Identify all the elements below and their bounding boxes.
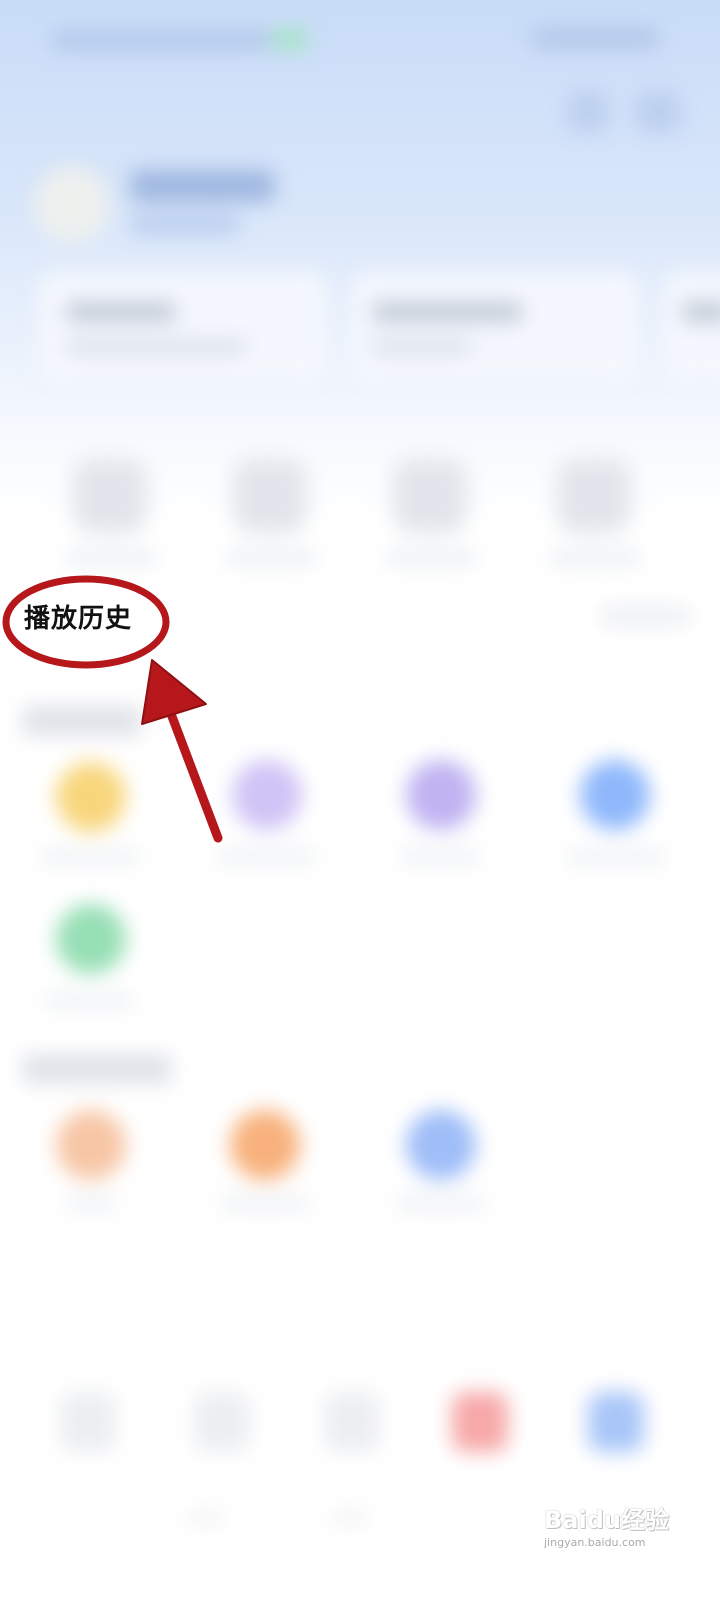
vip-card[interactable] — [350, 272, 640, 382]
quick-entry-icon[interactable] — [392, 458, 468, 534]
card-title — [66, 302, 176, 322]
feature-icon[interactable] — [406, 1110, 476, 1180]
quick-entry-icon[interactable] — [556, 458, 632, 534]
play-history-label[interactable]: 播放历史 — [24, 598, 132, 635]
feature-label — [396, 1196, 486, 1210]
feature-icon[interactable] — [56, 762, 126, 832]
blurred-background-ui — [0, 0, 720, 1600]
quick-entry-icon[interactable] — [72, 458, 148, 534]
feature-icon[interactable] — [56, 904, 126, 974]
vip-card[interactable] — [662, 272, 720, 382]
nav-tab-label — [186, 1512, 226, 1524]
quick-entry-label — [226, 550, 316, 566]
nav-tab-icon[interactable] — [324, 1392, 380, 1452]
feature-label — [66, 1196, 116, 1210]
feature-label — [400, 850, 480, 864]
feature-icon[interactable] — [580, 760, 650, 830]
feature-label — [216, 850, 316, 864]
quick-entry-label — [386, 550, 476, 566]
more-link[interactable] — [600, 606, 690, 626]
nav-tab-icon[interactable] — [452, 1392, 508, 1452]
feature-icon[interactable] — [56, 1110, 126, 1180]
vip-card[interactable] — [38, 272, 328, 382]
watermark-brand: Baidu经验 — [544, 1506, 669, 1534]
quick-entry-label — [66, 550, 156, 566]
section-title — [22, 706, 142, 736]
avatar[interactable] — [34, 166, 110, 242]
card-title — [372, 302, 522, 322]
status-bar-right — [530, 28, 660, 48]
status-indicator — [270, 28, 310, 50]
profile-subtitle — [130, 214, 240, 234]
card-subtitle — [372, 340, 472, 354]
feature-label — [40, 850, 140, 864]
watermark-url: jingyan.baidu.com — [544, 1536, 646, 1549]
card-subtitle — [66, 340, 246, 354]
feature-label — [44, 994, 134, 1008]
baidu-jingyan-watermark: Baidu经验 jingyan.baidu.com — [540, 1494, 710, 1564]
feature-icon[interactable] — [230, 1110, 300, 1180]
nav-tab-label — [330, 1512, 370, 1524]
nav-tab-icon[interactable] — [588, 1392, 644, 1452]
card-title — [682, 302, 720, 322]
profile-name[interactable] — [130, 170, 275, 202]
feature-label — [566, 850, 666, 864]
feature-icon[interactable] — [232, 760, 302, 830]
quick-entry-icon[interactable] — [232, 458, 308, 534]
app-screen: 播放历史 Baidu经验 jingyan.baidu.com — [0, 0, 720, 1600]
nav-tab-icon[interactable] — [60, 1392, 116, 1452]
status-bar-left — [52, 30, 272, 50]
feature-icon[interactable] — [406, 760, 476, 830]
nav-tab-icon[interactable] — [194, 1392, 250, 1452]
section-title — [22, 1054, 172, 1084]
quick-entry-label — [550, 550, 640, 566]
settings-icon[interactable] — [636, 92, 680, 132]
header-icon[interactable] — [568, 92, 608, 132]
feature-label — [220, 1196, 310, 1210]
